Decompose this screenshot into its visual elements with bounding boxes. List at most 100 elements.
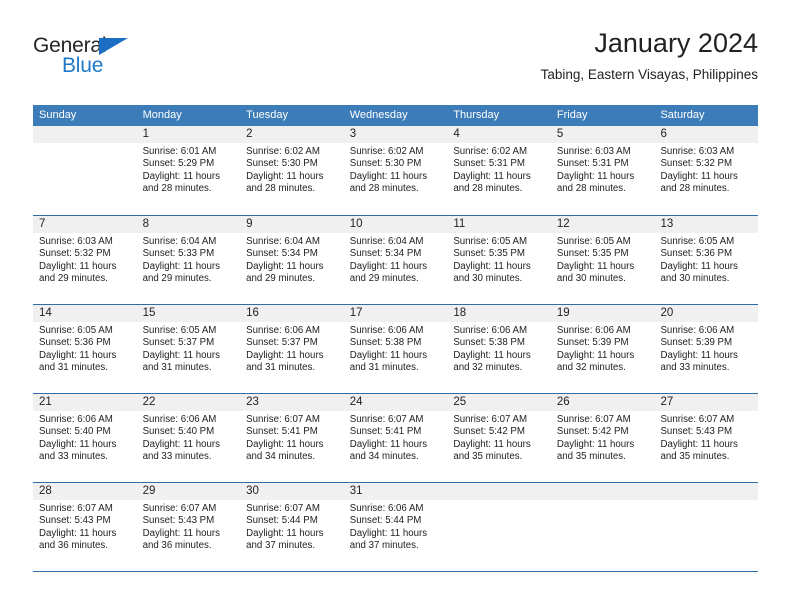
day-daylight-line1: Daylight: 11 hours	[39, 438, 117, 450]
calendar-day-cell[interactable]: 31 Sunrise: 6:06 AM Sunset: 5:44 PM Dayligh…	[343, 483, 448, 571]
day-daylight-line1: Daylight: 11 hours	[556, 438, 635, 450]
weekday-header-monday: Monday	[142, 109, 182, 121]
day-details: Sunrise: 6:02 AM Sunset: 5:30 PM Daylight:…	[240, 143, 344, 196]
calendar-day-cell[interactable]: 12 Sunrise: 6:05 AM Sunset: 5:35 PM Dayligh…	[550, 216, 655, 304]
day-number: 1	[136, 126, 241, 143]
day-sunrise: Sunrise: 6:04 AM	[246, 236, 320, 247]
calendar-day-cell[interactable]: 2 Sunrise: 6:02 AM Sunset: 5:30 PM Daylight…	[240, 126, 344, 215]
day-daylight-line1: Daylight: 11 hours	[246, 170, 324, 182]
calendar-day-cell[interactable]: 10 Sunrise: 6:04 AM Sunset: 5:34 PM Dayligh…	[343, 216, 448, 304]
calendar-day-cell[interactable]: 1 Sunrise: 6:01 AM Sunset: 5:29 PM Daylight…	[136, 126, 241, 215]
day-sunset: Sunset: 5:32 PM	[660, 158, 733, 170]
day-sunset: Sunset: 5:30 PM	[349, 158, 422, 170]
day-number: 24	[343, 394, 448, 411]
calendar-day-cell[interactable]: 8 Sunrise: 6:04 AM Sunset: 5:33 PM Daylight…	[136, 216, 241, 304]
logo[interactable]: General Blue	[33, 34, 153, 82]
day-daylight-line2: and 36 minutes.	[39, 540, 108, 552]
day-sunrise: Sunrise: 6:06 AM	[246, 325, 320, 336]
day-sunset: Sunset: 5:34 PM	[349, 248, 422, 260]
calendar-day-cell[interactable]: 24 Sunrise: 6:07 AM Sunset: 5:41 PM Dayligh…	[343, 394, 448, 482]
day-sunset: Sunset: 5:42 PM	[556, 426, 629, 438]
day-number	[447, 483, 551, 500]
day-sunset: Sunset: 5:29 PM	[142, 158, 215, 170]
day-daylight-line1: Daylight: 11 hours	[142, 527, 220, 539]
calendar-day-cell[interactable]: 17 Sunrise: 6:06 AM Sunset: 5:38 PM Dayligh…	[343, 305, 448, 393]
day-daylight-line1: Daylight: 11 hours	[349, 170, 428, 182]
calendar-week-row: 1 Sunrise: 6:01 AM Sunset: 5:29 PM Daylight…	[33, 126, 759, 215]
day-daylight-line2: and 30 minutes.	[660, 273, 730, 285]
calendar-day-cell[interactable]: 21 Sunrise: 6:06 AM Sunset: 5:40 PM Dayligh…	[33, 394, 137, 482]
day-number: 26	[550, 394, 655, 411]
day-details: Sunrise: 6:03 AM Sunset: 5:31 PM Daylight:…	[551, 143, 655, 196]
day-daylight-line1: Daylight: 11 hours	[349, 349, 428, 361]
calendar-day-cell[interactable]: 14 Sunrise: 6:05 AM Sunset: 5:36 PM Dayligh…	[33, 305, 137, 393]
day-details: Sunrise: 6:02 AM Sunset: 5:30 PM Daylight:…	[344, 143, 448, 196]
calendar-day-cell[interactable]: 7 Sunrise: 6:03 AM Sunset: 5:32 PM Daylight…	[33, 216, 137, 304]
day-daylight-line1: Daylight: 11 hours	[660, 438, 738, 450]
day-daylight-line2: and 28 minutes.	[453, 183, 523, 195]
calendar-day-cell[interactable]: 5 Sunrise: 6:03 AM Sunset: 5:31 PM Daylight…	[550, 126, 655, 215]
calendar-day-cell[interactable]: 28 Sunrise: 6:07 AM Sunset: 5:43 PM Dayligh…	[33, 483, 137, 571]
day-sunrise: Sunrise: 6:07 AM	[453, 414, 528, 425]
blue-triangle-icon	[99, 38, 128, 55]
day-sunset: Sunset: 5:34 PM	[246, 248, 318, 260]
calendar-day-cell[interactable]: 6 Sunrise: 6:03 AM Sunset: 5:32 PM Daylight…	[654, 126, 759, 215]
calendar-day-cell[interactable]: 22 Sunrise: 6:06 AM Sunset: 5:40 PM Dayligh…	[136, 394, 241, 482]
calendar-day-cell[interactable]: 20 Sunrise: 6:06 AM Sunset: 5:39 PM Dayligh…	[654, 305, 759, 393]
day-number: 16	[240, 305, 344, 322]
day-daylight-line2: and 32 minutes.	[556, 362, 626, 374]
day-daylight-line1: Daylight: 11 hours	[349, 527, 428, 539]
calendar-day-cell[interactable]: 13 Sunrise: 6:05 AM Sunset: 5:36 PM Dayligh…	[654, 216, 759, 304]
day-number: 25	[447, 394, 551, 411]
calendar-day-cell[interactable]: 19 Sunrise: 6:06 AM Sunset: 5:39 PM Dayligh…	[550, 305, 655, 393]
day-details: Sunrise: 6:02 AM Sunset: 5:31 PM Daylight:…	[447, 143, 551, 196]
day-details: Sunrise: 6:06 AM Sunset: 5:39 PM Daylight:…	[551, 322, 655, 375]
day-daylight-line1: Daylight: 11 hours	[39, 349, 117, 361]
day-sunset: Sunset: 5:43 PM	[142, 515, 215, 527]
day-sunset: Sunset: 5:43 PM	[39, 515, 111, 527]
day-sunset: Sunset: 5:43 PM	[660, 426, 733, 438]
day-sunset: Sunset: 5:44 PM	[349, 515, 422, 527]
day-daylight-line1: Daylight: 11 hours	[453, 260, 531, 272]
day-details: Sunrise: 6:03 AM Sunset: 5:32 PM Daylight:…	[33, 233, 137, 286]
calendar-day-cell[interactable]: 25 Sunrise: 6:07 AM Sunset: 5:42 PM Dayligh…	[447, 394, 551, 482]
calendar-day-cell[interactable]: 26 Sunrise: 6:07 AM Sunset: 5:42 PM Dayligh…	[550, 394, 655, 482]
calendar-day-cell[interactable]: 3 Sunrise: 6:02 AM Sunset: 5:30 PM Daylight…	[343, 126, 448, 215]
calendar-day-cell[interactable]: 11 Sunrise: 6:05 AM Sunset: 5:35 PM Dayligh…	[447, 216, 551, 304]
day-daylight-line2: and 28 minutes.	[246, 183, 316, 195]
calendar-day-cell[interactable]: 16 Sunrise: 6:06 AM Sunset: 5:37 PM Dayligh…	[240, 305, 344, 393]
day-sunset: Sunset: 5:35 PM	[556, 248, 629, 260]
calendar-day-cell[interactable]: 9 Sunrise: 6:04 AM Sunset: 5:34 PM Daylight…	[240, 216, 344, 304]
day-daylight-line2: and 35 minutes.	[556, 451, 626, 463]
day-daylight-line2: and 29 minutes.	[142, 273, 212, 285]
day-sunrise: Sunrise: 6:05 AM	[556, 236, 631, 247]
day-daylight-line2: and 37 minutes.	[349, 540, 419, 552]
day-daylight-line1: Daylight: 11 hours	[453, 349, 531, 361]
day-number: 7	[33, 216, 137, 233]
day-details: Sunrise: 6:05 AM Sunset: 5:35 PM Daylight:…	[447, 233, 551, 286]
day-daylight-line1: Daylight: 11 hours	[349, 260, 428, 272]
calendar-day-cell[interactable]: 15 Sunrise: 6:05 AM Sunset: 5:37 PM Dayligh…	[136, 305, 241, 393]
day-daylight-line1: Daylight: 11 hours	[246, 438, 324, 450]
day-number	[550, 483, 655, 500]
day-daylight-line2: and 35 minutes.	[453, 451, 523, 463]
day-sunrise: Sunrise: 6:07 AM	[556, 414, 631, 425]
calendar-day-cell[interactable]: 18 Sunrise: 6:06 AM Sunset: 5:38 PM Dayligh…	[447, 305, 551, 393]
day-number: 22	[136, 394, 241, 411]
calendar-day-cell[interactable]: 23 Sunrise: 6:07 AM Sunset: 5:41 PM Dayligh…	[240, 394, 344, 482]
day-daylight-line2: and 29 minutes.	[349, 273, 419, 285]
day-sunset: Sunset: 5:36 PM	[660, 248, 733, 260]
calendar-day-cell[interactable]: 27 Sunrise: 6:07 AM Sunset: 5:43 PM Dayligh…	[654, 394, 759, 482]
day-sunset: Sunset: 5:37 PM	[142, 337, 215, 349]
calendar-day-cell[interactable]: 4 Sunrise: 6:02 AM Sunset: 5:31 PM Daylight…	[447, 126, 551, 215]
day-number: 20	[654, 305, 759, 322]
day-number: 29	[136, 483, 241, 500]
day-sunset: Sunset: 5:36 PM	[39, 337, 111, 349]
calendar-day-cell[interactable]: 30 Sunrise: 6:07 AM Sunset: 5:44 PM Dayligh…	[240, 483, 344, 571]
day-sunset: Sunset: 5:41 PM	[349, 426, 422, 438]
page-title: January 2024	[594, 28, 758, 58]
calendar-week-row: 21 Sunrise: 6:06 AM Sunset: 5:40 PM Dayligh…	[33, 393, 759, 482]
logo-text-blue: Blue	[62, 54, 104, 77]
calendar-day-cell[interactable]: 29 Sunrise: 6:07 AM Sunset: 5:43 PM Dayligh…	[136, 483, 241, 571]
day-sunset: Sunset: 5:33 PM	[142, 248, 215, 260]
